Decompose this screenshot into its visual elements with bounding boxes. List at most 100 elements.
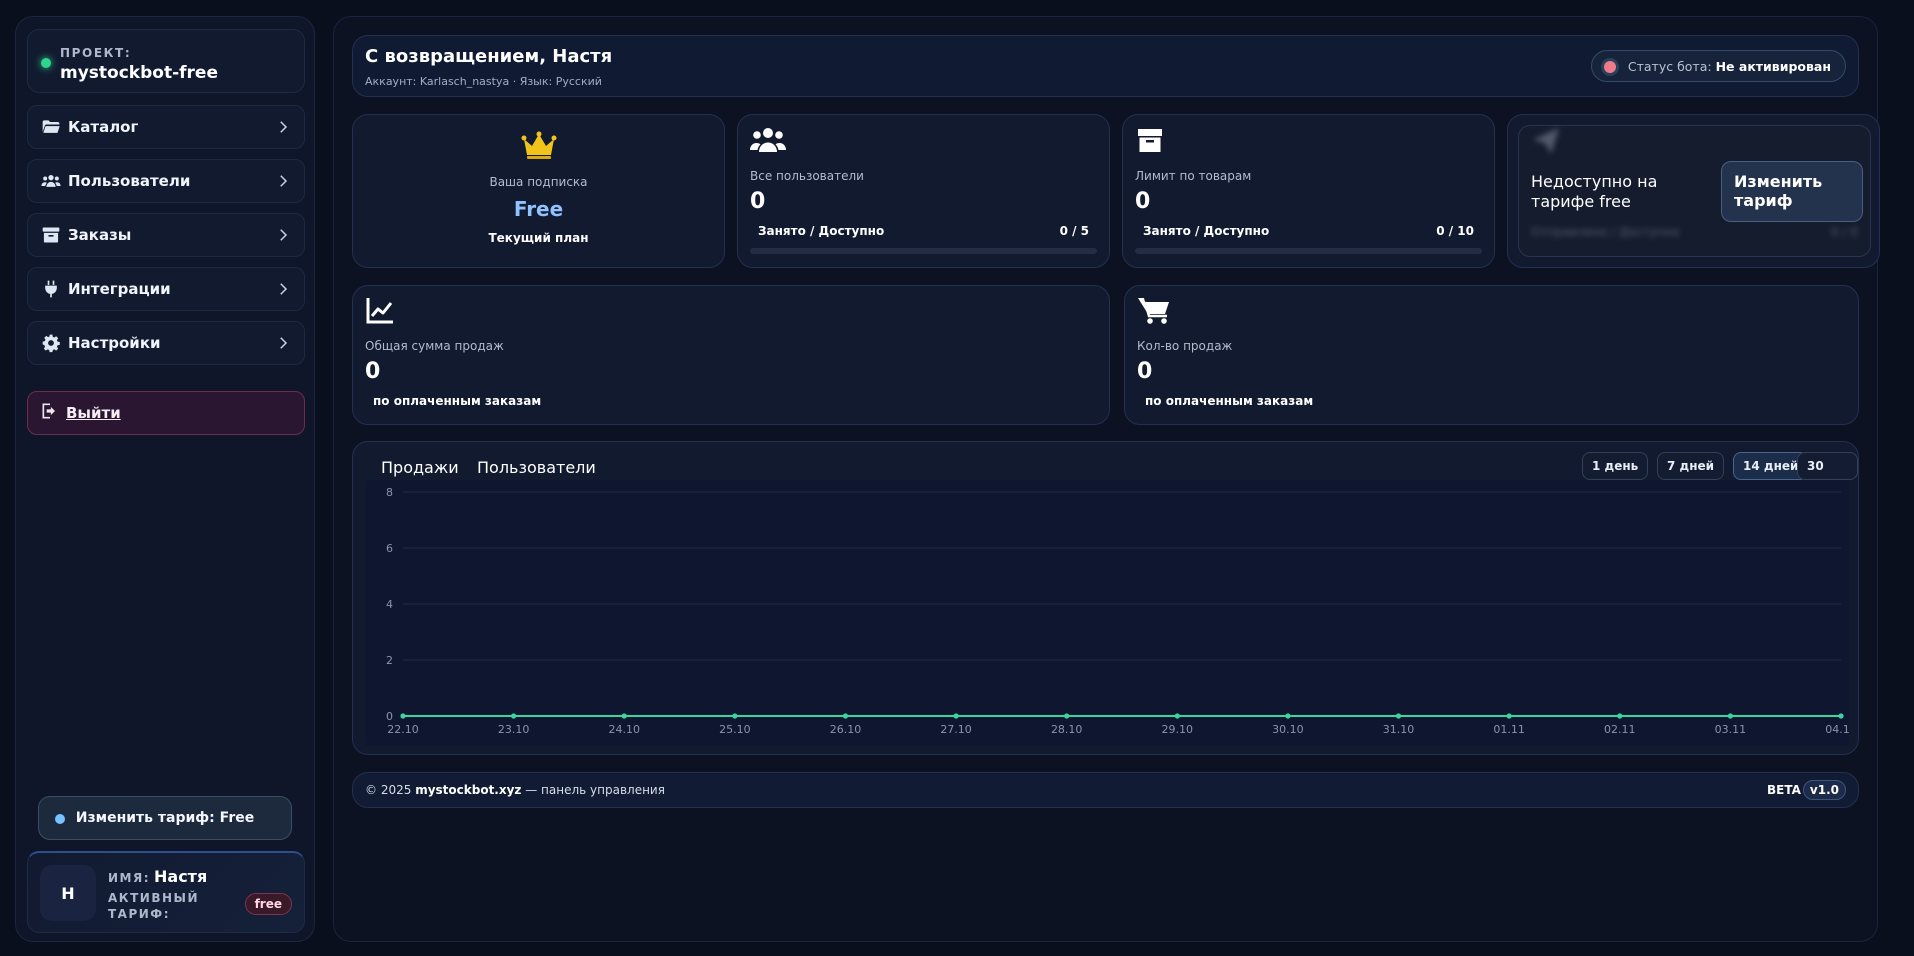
bot-status-label: Статус бота: xyxy=(1627,58,1712,74)
footer-copyright-prefix: © 2025 xyxy=(365,783,412,797)
sidebar-item-label: Интеграции xyxy=(68,280,171,298)
users-icon xyxy=(750,125,786,155)
avatar: Н xyxy=(40,865,96,921)
send-icon xyxy=(1531,126,1561,156)
sales-total-card: Общая сумма продаж 0 по оплаченным заказ… xyxy=(352,285,1110,425)
sidebar: ПРОЕКТ: mystockbot-free Каталог Пользова… xyxy=(15,16,315,942)
products-label: Лимит по товарам xyxy=(1135,169,1252,183)
range-30-days-button[interactable]: 30 дней xyxy=(1797,452,1858,499)
x-tick-label: 04.11 xyxy=(1825,723,1849,736)
subscription-card: Ваша подписка Free Текущий план xyxy=(352,114,725,268)
locked-hidden-label: Отправлено / Доступно xyxy=(1531,225,1680,239)
tab-sales[interactable]: Продажи xyxy=(381,458,459,477)
footer-copyright: © 2025 mystockbot.xyz — панель управлени… xyxy=(365,783,665,797)
subscription-plan: Free xyxy=(513,197,564,221)
x-tick-label: 26.10 xyxy=(830,723,862,736)
sidebar-item-label: Заказы xyxy=(68,226,132,244)
products-used-value: 0 / 10 xyxy=(1436,224,1474,238)
products-progress-bar xyxy=(1135,248,1482,254)
x-tick-label: 22.10 xyxy=(387,723,419,736)
tab-users[interactable]: Пользователи xyxy=(477,458,596,477)
locked-message: Недоступно на тарифе free xyxy=(1531,172,1658,211)
range-7-days-button[interactable]: 7 дней xyxy=(1657,452,1725,480)
y-tick-label: 0 xyxy=(386,710,393,723)
box-icon xyxy=(40,224,62,246)
x-tick-label: 25.10 xyxy=(719,723,751,736)
data-point[interactable] xyxy=(732,713,738,719)
plug-icon xyxy=(40,278,62,300)
chevron-right-icon xyxy=(274,280,292,298)
locked-hidden-value: 0 / 0 xyxy=(1831,225,1858,239)
sidebar-item-settings[interactable]: Настройки xyxy=(27,321,305,365)
data-point[interactable] xyxy=(1174,713,1180,719)
footer-copyright-suffix: — панель управления xyxy=(525,783,665,797)
users-progress-bar xyxy=(750,248,1097,254)
data-point[interactable] xyxy=(621,713,627,719)
sales-total-label: Общая сумма продаж xyxy=(365,339,504,353)
crown-icon xyxy=(521,131,557,161)
page-header: С возвращением, Настя Аккаунт: Karlasch_… xyxy=(352,35,1859,97)
footer-site: mystockbot.xyz xyxy=(415,783,522,797)
data-point[interactable] xyxy=(1727,713,1733,719)
sidebar-item-users[interactable]: Пользователи xyxy=(27,159,305,203)
project-status-dot xyxy=(41,58,51,68)
chevron-right-icon xyxy=(274,172,292,190)
users-card: Все пользователи 0 Занято / Доступно 0 /… xyxy=(737,114,1110,268)
x-tick-label: 24.10 xyxy=(608,723,640,736)
products-used-label: Занято / Доступно xyxy=(1143,224,1270,238)
sales-count-value: 0 xyxy=(1137,359,1153,384)
x-tick-label: 03.11 xyxy=(1715,723,1747,736)
users-value: 0 xyxy=(750,189,766,214)
data-point[interactable] xyxy=(1064,713,1070,719)
project-name: mystockbot-free xyxy=(60,63,218,83)
sales-count-caption: по оплаченным заказам xyxy=(1145,394,1314,408)
change-plan-card-button[interactable]: Изменить тариф xyxy=(1721,161,1863,222)
sidebar-item-label: Пользователи xyxy=(68,172,191,190)
chart-area: 0 2 4 6 8 22.10 23.10 24.10 25.10 26.10 27.10 28.10… xyxy=(365,480,1857,746)
folder-icon xyxy=(40,116,62,138)
y-tick-label: 8 xyxy=(386,486,393,499)
users-used-label: Занято / Доступно xyxy=(758,224,885,238)
data-point[interactable] xyxy=(1285,713,1291,719)
x-tick-label: 23.10 xyxy=(498,723,529,736)
y-tick-label: 6 xyxy=(386,542,393,555)
main-panel: С возвращением, Настя Аккаунт: Karlasch_… xyxy=(333,16,1880,942)
x-tick-label: 31.10 xyxy=(1383,723,1415,736)
sidebar-item-orders[interactable]: Заказы xyxy=(27,213,305,257)
gear-icon xyxy=(40,332,62,354)
plan-dot xyxy=(55,814,65,824)
x-tick-label: 01.11 xyxy=(1493,723,1525,736)
data-point[interactable] xyxy=(400,713,406,719)
data-point[interactable] xyxy=(511,713,517,719)
change-plan-button[interactable]: Изменить тариф: Free xyxy=(38,796,292,840)
user-plan-label: АКТИВНЫЙ ТАРИФ: xyxy=(108,891,199,921)
data-point[interactable] xyxy=(953,713,959,719)
change-plan-label: Изменить тариф: Free xyxy=(75,810,255,826)
data-point[interactable] xyxy=(1395,713,1402,719)
products-card: Лимит по товарам 0 Занято / Доступно 0 /… xyxy=(1122,114,1495,268)
data-point[interactable] xyxy=(1617,713,1623,719)
logout-button[interactable]: Выйти xyxy=(27,391,305,435)
data-point[interactable] xyxy=(1838,713,1844,719)
sidebar-item-label: Настройки xyxy=(68,334,161,352)
range-1-day-button[interactable]: 1 день xyxy=(1582,452,1649,480)
bot-status-value: Не активирован xyxy=(1715,58,1831,74)
box-icon xyxy=(1135,125,1165,155)
plan-badge: free xyxy=(244,893,292,915)
data-point[interactable] xyxy=(842,713,849,719)
sidebar-item-integrations[interactable]: Интеграции xyxy=(27,267,305,311)
users-label: Все пользователи xyxy=(750,169,864,183)
users-used-value: 0 / 5 xyxy=(1059,224,1089,238)
logout-icon xyxy=(40,401,60,425)
sidebar-item-catalog[interactable]: Каталог xyxy=(27,105,305,149)
y-tick-label: 2 xyxy=(386,654,393,667)
data-point[interactable] xyxy=(1506,713,1512,719)
user-name: Настя xyxy=(154,867,208,886)
x-tick-label: 29.10 xyxy=(1162,723,1194,736)
sales-total-value: 0 xyxy=(365,359,381,384)
products-value: 0 xyxy=(1135,189,1151,214)
user-name-label: ИМЯ: xyxy=(108,871,151,885)
chart-line-icon xyxy=(365,296,395,326)
page-title: С возвращением, Настя xyxy=(365,46,613,67)
subscription-label: Ваша подписка xyxy=(489,175,588,189)
